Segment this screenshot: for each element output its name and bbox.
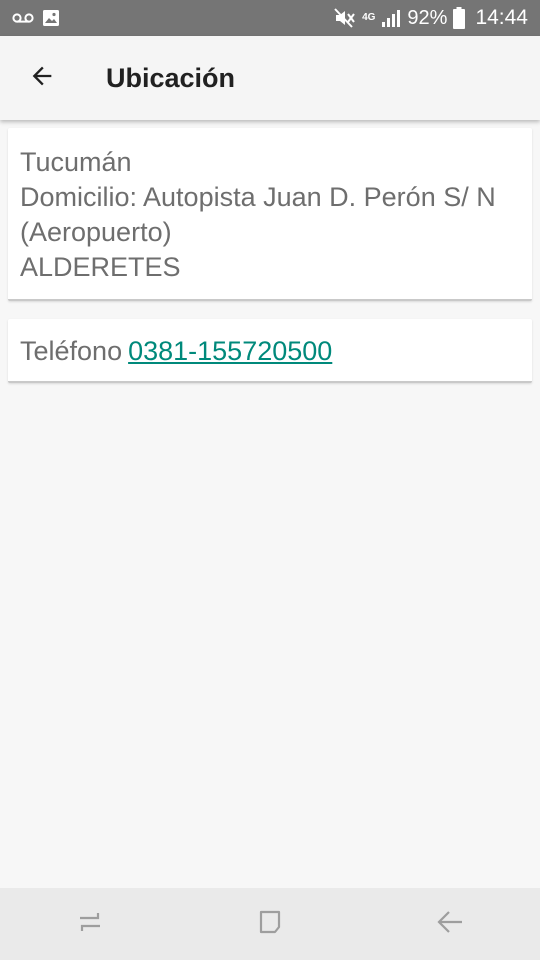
image-icon [42, 9, 60, 27]
back-icon [435, 908, 465, 941]
home-icon [256, 908, 284, 941]
phone-label: Teléfono [20, 336, 123, 366]
recents-icon [76, 908, 104, 941]
page-title: Ubicación [106, 62, 236, 93]
province-text: Tucumán [20, 147, 132, 177]
status-right: 4G 92% 14:44 [334, 6, 528, 30]
network-type: 4G [362, 12, 376, 23]
city-text: ALDERETES [20, 252, 181, 282]
home-button[interactable] [230, 894, 310, 954]
nav-back-button[interactable] [410, 894, 490, 954]
location-card: Tucumán Domicilio: Autopista Juan D. Per… [8, 128, 532, 301]
phone-link[interactable]: 0381-155720500 [128, 336, 332, 366]
status-left [12, 9, 60, 27]
navigation-bar [0, 888, 540, 960]
battery-percent: 92% [407, 6, 448, 29]
recents-button[interactable] [50, 894, 130, 954]
battery-icon [453, 7, 466, 29]
content: Tucumán Domicilio: Autopista Juan D. Per… [8, 128, 532, 383]
voicemail-icon [12, 12, 34, 24]
phone-card: Teléfono 0381-155720500 [8, 319, 532, 383]
back-button[interactable] [12, 48, 72, 108]
signal-icon [381, 9, 401, 27]
mute-icon [334, 8, 356, 28]
clock: 14:44 [475, 6, 528, 29]
app-bar: Ubicación [0, 36, 540, 120]
arrow-back-icon [28, 62, 56, 95]
status-bar: 4G 92% 14:44 [0, 0, 540, 36]
address-text: Domicilio: Autopista Juan D. Perón S/ N … [20, 182, 496, 247]
